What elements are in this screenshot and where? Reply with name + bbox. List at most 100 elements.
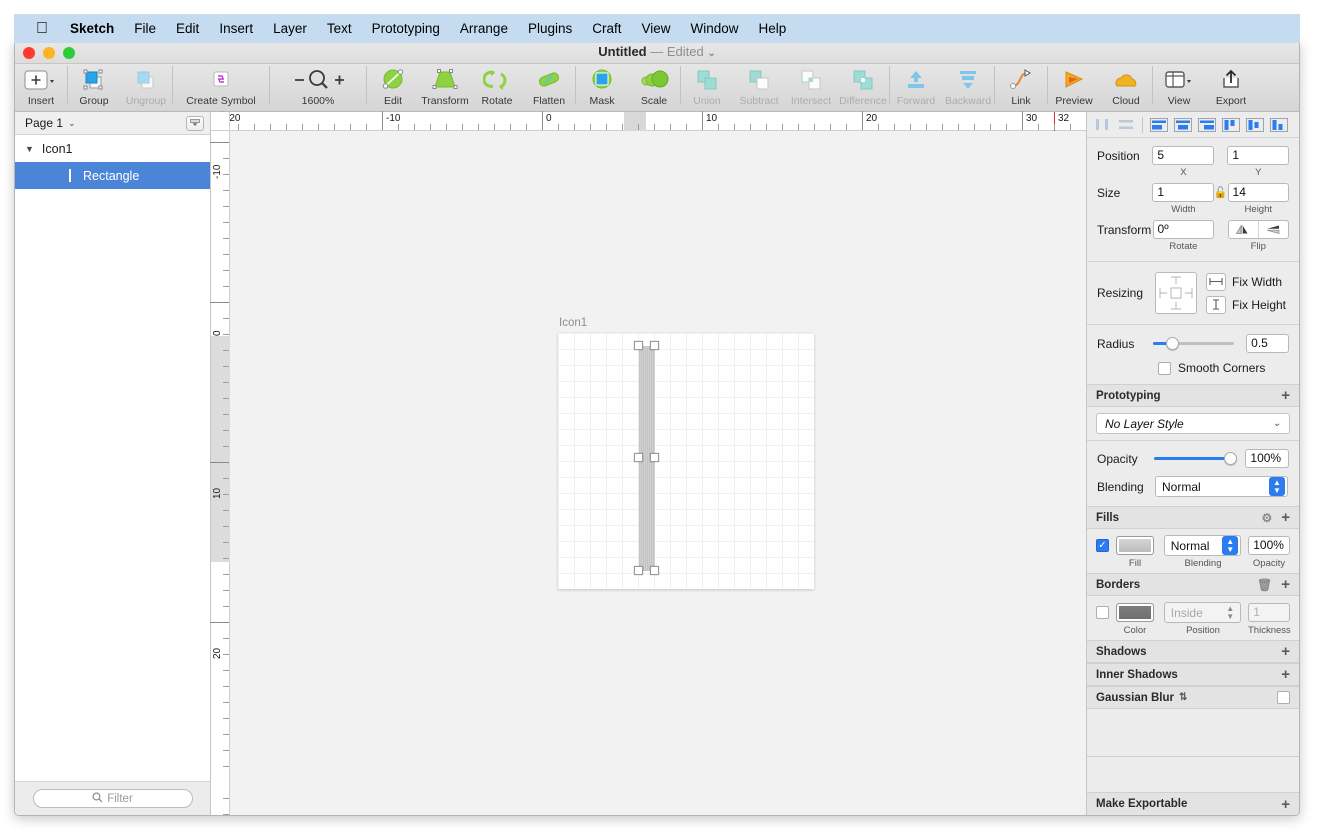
menu-prototyping[interactable]: Prototyping [362, 14, 450, 43]
menu-layer[interactable]: Layer [263, 14, 317, 43]
apple-logo-icon[interactable]:  [32, 14, 60, 43]
border-enabled-checkbox[interactable] [1096, 606, 1109, 619]
layer-row-rectangle[interactable]: Rectangle [15, 162, 210, 189]
design-canvas[interactable]: Icon1 [230, 131, 1086, 815]
toolbar-ungroup-button[interactable]: Ungroup [120, 64, 172, 110]
resizing-anchor-control[interactable] [1155, 272, 1197, 314]
layer-row-artboard[interactable]: ▼ Icon1 [15, 135, 210, 162]
menu-edit[interactable]: Edit [166, 14, 209, 43]
toolbar-transform-button[interactable]: Transform [419, 64, 471, 110]
fill-color-swatch[interactable] [1116, 536, 1154, 555]
toolbar-flatten-button[interactable]: Flatten [523, 64, 575, 110]
toolbar-scale-button[interactable]: Scale [628, 64, 680, 110]
toolbar-backward-button[interactable]: Backward [942, 64, 994, 110]
align-left-icon[interactable] [1148, 115, 1170, 135]
toolbar-subtract-button[interactable]: Subtract [733, 64, 785, 110]
transform-rotate-input[interactable]: 0º [1152, 220, 1215, 239]
align-right-icon[interactable] [1196, 115, 1218, 135]
opacity-slider[interactable] [1154, 452, 1237, 465]
position-y-input[interactable]: 1 [1227, 146, 1289, 165]
selection-handle-bottom-right[interactable] [650, 566, 659, 575]
menu-plugins[interactable]: Plugins [518, 14, 582, 43]
selection-handle-bottom-left[interactable] [634, 566, 643, 575]
selection-handle-middle-left[interactable] [634, 453, 643, 462]
blur-type-stepper-icon[interactable]: ⇅ [1179, 692, 1187, 703]
menu-window[interactable]: Window [681, 14, 749, 43]
trash-icon[interactable]: 🗑 [1257, 578, 1272, 592]
opacity-input[interactable]: 100% [1245, 449, 1289, 468]
border-color-swatch[interactable] [1116, 603, 1154, 622]
selection-handle-top-left[interactable] [634, 341, 643, 350]
menu-insert[interactable]: Insert [209, 14, 263, 43]
align-top-icon[interactable] [1220, 115, 1242, 135]
smooth-corners-checkbox[interactable] [1158, 361, 1171, 375]
toolbar-cloud-button[interactable]: Cloud [1100, 64, 1152, 110]
toolbar-difference-button[interactable]: Difference [837, 64, 889, 110]
align-middle-icon[interactable] [1244, 115, 1266, 135]
distribute-horizontally-icon[interactable] [1091, 115, 1113, 135]
menu-file[interactable]: File [124, 14, 166, 43]
gear-icon[interactable]: ⚙ [1261, 511, 1272, 525]
toolbar-group-button[interactable]: Group [68, 64, 120, 110]
stepper-icon[interactable]: ▲ ▼ [1222, 603, 1238, 622]
toolbar-intersect-button[interactable]: Intersect [785, 64, 837, 110]
border-thickness-input[interactable]: 1 [1248, 603, 1290, 622]
prototyping-add-button[interactable]: + [1281, 388, 1290, 403]
toolbar-insert-button[interactable]: Insert [15, 64, 67, 110]
align-bottom-icon[interactable] [1268, 115, 1290, 135]
disclosure-triangle-icon[interactable]: ▼ [25, 144, 34, 154]
toolbar-link-button[interactable]: Link [995, 64, 1047, 110]
lock-open-icon[interactable]: 🔓 [1214, 186, 1228, 199]
toolbar-create-symbol-button[interactable]: Create Symbol [173, 64, 269, 110]
menu-view[interactable]: View [632, 14, 681, 43]
menu-arrange[interactable]: Arrange [450, 14, 518, 43]
radius-input[interactable]: 0.5 [1246, 334, 1289, 353]
borders-add-button[interactable]: + [1281, 577, 1290, 592]
toolbar-mask-button[interactable]: Mask [576, 64, 628, 110]
shadows-add-button[interactable]: + [1281, 644, 1290, 659]
size-height-input[interactable]: 14 [1227, 183, 1290, 202]
menu-text[interactable]: Text [317, 14, 362, 43]
menu-sketch[interactable]: Sketch [60, 14, 124, 43]
toolbar-rotate-button[interactable]: Rotate [471, 64, 523, 110]
toolbar-union-button[interactable]: Union [681, 64, 733, 110]
fill-enabled-checkbox[interactable]: ✓ [1096, 539, 1109, 552]
canvas-area[interactable]: -20 -10 0 10 20 30 32 -10 0 10 20 Icon1 [210, 111, 1086, 815]
gaussian-blur-checkbox[interactable] [1277, 691, 1290, 704]
artboard-name-label[interactable]: Icon1 [559, 317, 587, 329]
flip-horizontal-icon[interactable] [1229, 221, 1259, 238]
title-chevron-down-icon[interactable]: ⌄ [707, 48, 715, 59]
blending-select[interactable]: Normal ▲ ▼ [1155, 476, 1288, 497]
fix-width-icon[interactable] [1206, 272, 1226, 291]
fills-add-button[interactable]: + [1281, 510, 1290, 525]
fix-height-icon[interactable] [1206, 295, 1226, 314]
menu-craft[interactable]: Craft [582, 14, 631, 43]
artboard-icon1[interactable] [558, 333, 814, 589]
vertical-ruler[interactable]: -10 0 10 20 [210, 131, 230, 815]
selection-handle-middle-right[interactable] [650, 453, 659, 462]
filter-input[interactable]: Filter [32, 789, 193, 808]
toolbar-export-button[interactable]: Export [1205, 64, 1257, 110]
toolbar-zoom-control[interactable]: 1600% [270, 64, 366, 110]
menu-help[interactable]: Help [749, 14, 797, 43]
page-list-button[interactable] [186, 115, 204, 131]
inner-shadows-add-button[interactable]: + [1281, 667, 1290, 682]
distribute-vertically-icon[interactable] [1115, 115, 1137, 135]
page-chevron-down-icon[interactable]: ⌄ [68, 118, 76, 129]
radius-slider[interactable] [1153, 337, 1235, 350]
toolbar-view-button[interactable]: View [1153, 64, 1205, 110]
border-position-select[interactable]: Inside ▲ ▼ [1163, 602, 1242, 623]
toolbar-edit-button[interactable]: Edit [367, 64, 419, 110]
fill-opacity-input[interactable]: 100% [1248, 536, 1290, 555]
size-width-input[interactable]: 1 [1152, 183, 1214, 202]
align-center-icon[interactable] [1172, 115, 1194, 135]
stepper-icon[interactable]: ▲ ▼ [1269, 477, 1285, 496]
page-name[interactable]: Page 1 [25, 116, 63, 130]
position-x-input[interactable]: 5 [1152, 146, 1215, 165]
stepper-icon[interactable]: ▲ ▼ [1222, 536, 1239, 555]
layer-style-select[interactable]: No Layer Style ⌄ [1096, 413, 1290, 434]
toolbar-forward-button[interactable]: Forward [890, 64, 942, 110]
make-exportable-add-button[interactable]: + [1281, 797, 1290, 812]
fill-blending-select[interactable]: Normal ▲ ▼ [1163, 535, 1242, 556]
flip-vertical-icon[interactable] [1259, 221, 1288, 238]
